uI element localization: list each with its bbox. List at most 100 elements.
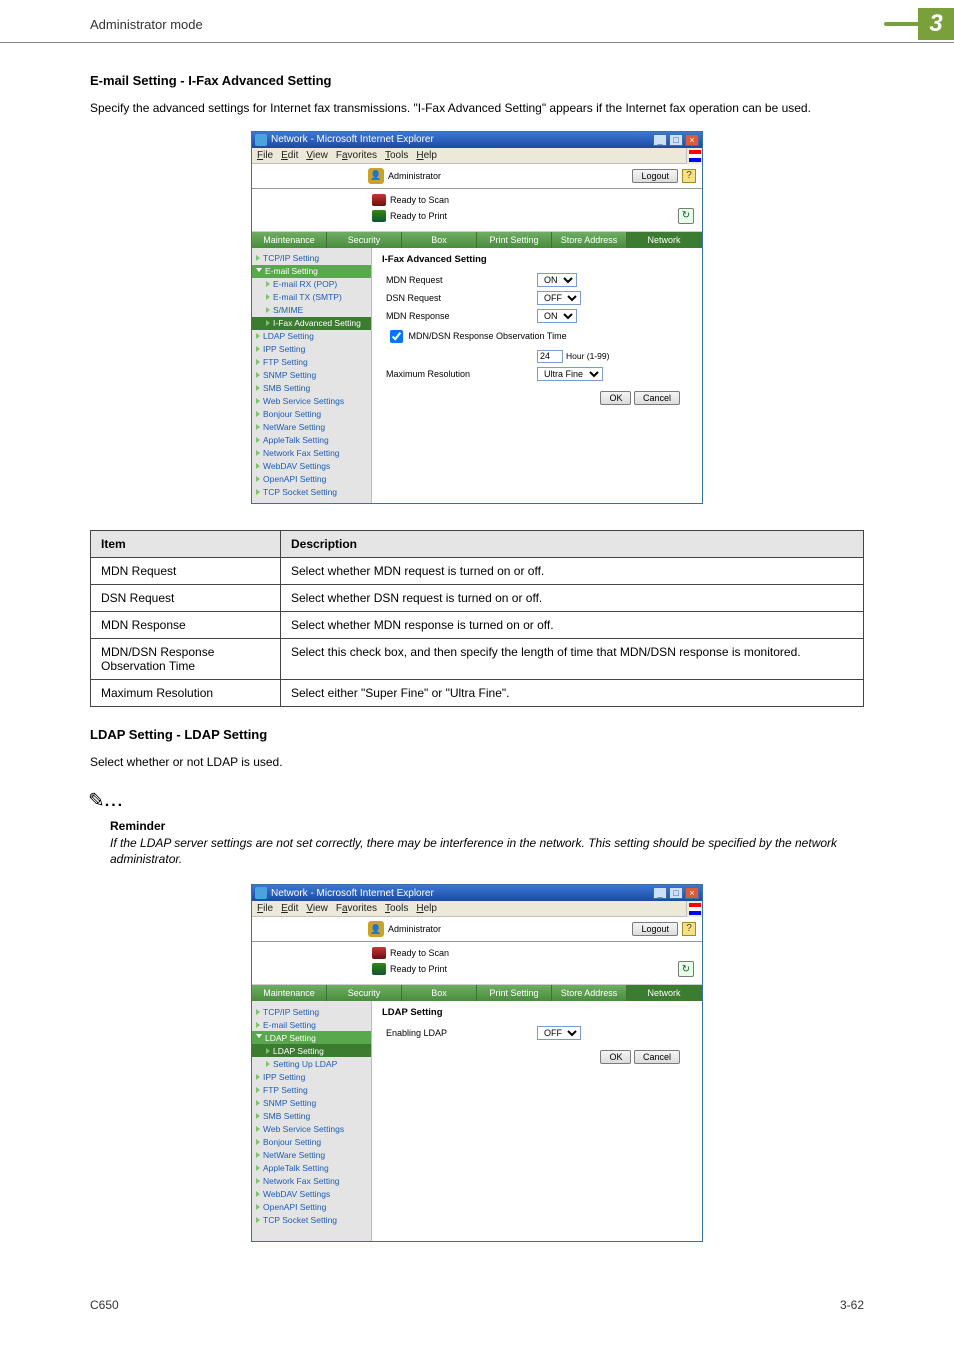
sidebar-item[interactable]: NetWare Setting [252, 421, 371, 434]
sidebar-item[interactable]: SMB Setting [252, 1109, 371, 1122]
tab-network[interactable]: Network [627, 232, 702, 248]
sidebar-item[interactable]: Bonjour Setting [252, 1135, 371, 1148]
tab-box[interactable]: Box [402, 985, 477, 1001]
sidebar-item[interactable]: S/MIME [252, 304, 371, 317]
dsn-request-select[interactable]: OFF [537, 291, 581, 305]
table-cell: Maximum Resolution [91, 679, 281, 706]
sidebar-item[interactable]: TCP Socket Setting [252, 1213, 371, 1226]
sidebar-item[interactable]: FTP Setting [252, 1083, 371, 1096]
help-button[interactable]: ? [682, 922, 696, 936]
observation-hours-input[interactable] [537, 350, 563, 363]
table-cell: MDN Response [91, 611, 281, 638]
ok-button[interactable]: OK [600, 391, 631, 405]
maximize-button[interactable]: □ [669, 887, 683, 899]
maxres-select[interactable]: Ultra Fine [537, 367, 603, 381]
sidebar-item[interactable]: E-mail Setting [252, 265, 371, 278]
refresh-button[interactable]: ↻ [678, 208, 694, 224]
enabling-ldap-select[interactable]: OFF [537, 1026, 581, 1040]
sidebar-item[interactable]: SMB Setting [252, 382, 371, 395]
minimize-button[interactable]: _ [653, 887, 667, 899]
tab-box[interactable]: Box [402, 232, 477, 248]
sidebar-item[interactable]: E-mail RX (POP) [252, 278, 371, 291]
logout-button[interactable]: Logout [632, 922, 678, 936]
ie-flag-icon [689, 903, 701, 915]
menu-view[interactable]: View [306, 903, 328, 914]
sidebar-item[interactable]: SNMP Setting [252, 1096, 371, 1109]
status-scan: Ready to Scan [390, 195, 449, 205]
sidebar-item[interactable]: OpenAPI Setting [252, 1200, 371, 1213]
sidebar-item[interactable]: SNMP Setting [252, 369, 371, 382]
sidebar-item-selected[interactable]: I-Fax Advanced Setting [252, 317, 371, 330]
section1-intro: Specify the advanced settings for Intern… [90, 100, 864, 117]
tab-security[interactable]: Security [327, 232, 402, 248]
printer-icon [372, 210, 386, 222]
close-button[interactable]: × [685, 134, 699, 146]
sidebar-item[interactable]: Web Service Settings [252, 395, 371, 408]
sidebar-item[interactable]: Setting Up LDAP [252, 1057, 371, 1070]
sidebar-item[interactable]: E-mail TX (SMTP) [252, 291, 371, 304]
help-button[interactable]: ? [682, 169, 696, 183]
menu-favorites[interactable]: Favorites [336, 150, 377, 161]
sidebar-item[interactable]: Web Service Settings [252, 1122, 371, 1135]
tab-maintenance[interactable]: Maintenance [252, 985, 327, 1001]
sidebar-item[interactable]: TCP Socket Setting [252, 486, 371, 499]
sidebar-item[interactable]: IPP Setting [252, 1070, 371, 1083]
sidebar-item[interactable]: E-mail Setting [252, 1018, 371, 1031]
tab-store[interactable]: Store Address [552, 232, 627, 248]
menu-file[interactable]: File [257, 903, 273, 914]
sidebar-item[interactable]: WebDAV Settings [252, 1187, 371, 1200]
sidebar-item[interactable]: AppleTalk Setting [252, 1161, 371, 1174]
tab-print[interactable]: Print Setting [477, 232, 552, 248]
menu-tools[interactable]: Tools [385, 903, 408, 914]
menu-file[interactable]: File [257, 150, 273, 161]
status-scan: Ready to Scan [390, 948, 449, 958]
scanner-icon [372, 947, 386, 959]
sidebar-item[interactable]: TCP/IP Setting [252, 1005, 371, 1018]
mdn-request-label: MDN Request [382, 275, 537, 285]
section1-heading: E-mail Setting - I-Fax Advanced Setting [90, 73, 864, 88]
sidebar-item[interactable]: WebDAV Settings [252, 460, 371, 473]
sidebar-item[interactable]: AppleTalk Setting [252, 434, 371, 447]
cancel-button[interactable]: Cancel [634, 391, 680, 405]
sidebar-item[interactable]: OpenAPI Setting [252, 473, 371, 486]
sidebar-item[interactable]: Bonjour Setting [252, 408, 371, 421]
menu-tools[interactable]: Tools [385, 150, 408, 161]
mdn-response-select[interactable]: ON [537, 309, 577, 323]
sidebar-item[interactable]: NetWare Setting [252, 1148, 371, 1161]
maximize-button[interactable]: □ [669, 134, 683, 146]
minimize-button[interactable]: _ [653, 134, 667, 146]
sidebar-item[interactable]: IPP Setting [252, 343, 371, 356]
sidebar-item[interactable]: TCP/IP Setting [252, 252, 371, 265]
menu-edit[interactable]: Edit [281, 150, 298, 161]
chapter-badge: 3 [918, 8, 954, 40]
tab-print[interactable]: Print Setting [477, 985, 552, 1001]
sidebar-item-selected[interactable]: LDAP Setting [252, 1044, 371, 1057]
sidebar-item[interactable]: Network Fax Setting [252, 447, 371, 460]
refresh-button[interactable]: ↻ [678, 961, 694, 977]
menu-help[interactable]: Help [416, 150, 437, 161]
menu-edit[interactable]: Edit [281, 903, 298, 914]
tab-store[interactable]: Store Address [552, 985, 627, 1001]
tab-network[interactable]: Network [627, 985, 702, 1001]
ok-button[interactable]: OK [600, 1050, 631, 1064]
observation-checkbox[interactable] [390, 330, 403, 343]
sidebar-item[interactable]: LDAP Setting [252, 1031, 371, 1044]
sidebar-item[interactable]: LDAP Setting [252, 330, 371, 343]
menu-view[interactable]: View [306, 150, 328, 161]
menu-help[interactable]: Help [416, 903, 437, 914]
sidebar-item[interactable]: FTP Setting [252, 356, 371, 369]
sidebar-item[interactable]: Network Fax Setting [252, 1174, 371, 1187]
observation-label: MDN/DSN Response Observation Time [409, 331, 567, 341]
tab-maintenance[interactable]: Maintenance [252, 232, 327, 248]
close-button[interactable]: × [685, 887, 699, 899]
menu-favorites[interactable]: Favorites [336, 903, 377, 914]
logout-button[interactable]: Logout [632, 169, 678, 183]
note-icon: ✎ [88, 788, 105, 813]
browser-window-2: Network - Microsoft Internet Explorer _ … [251, 884, 703, 1242]
form1-title: I-Fax Advanced Setting [382, 254, 692, 265]
cancel-button[interactable]: Cancel [634, 1050, 680, 1064]
tab-security[interactable]: Security [327, 985, 402, 1001]
status-print: Ready to Print [390, 211, 447, 221]
footer-model: C650 [90, 1298, 119, 1312]
mdn-request-select[interactable]: ON [537, 273, 577, 287]
